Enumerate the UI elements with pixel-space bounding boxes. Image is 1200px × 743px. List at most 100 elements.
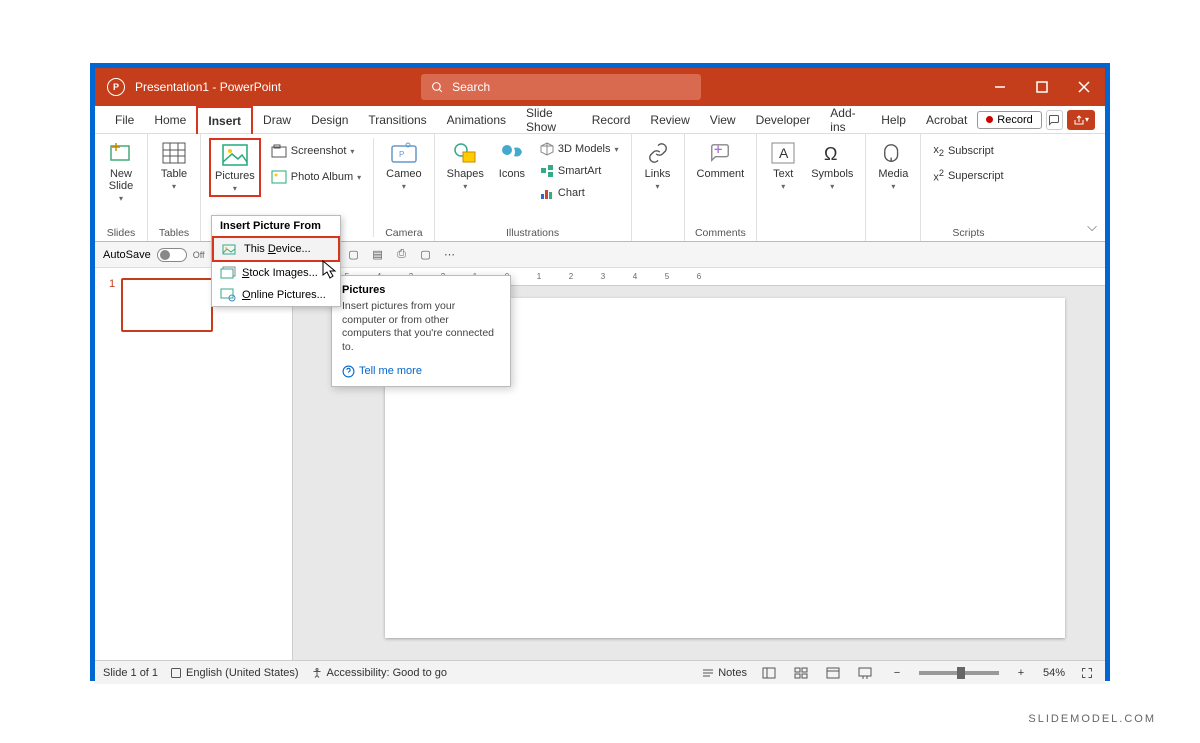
3d-models-button[interactable]: 3D Models ▾ bbox=[536, 140, 623, 158]
titlebar: P Presentation1 - PowerPoint Search bbox=[95, 68, 1105, 106]
chevron-down-icon: ▾ bbox=[172, 182, 176, 191]
qat-overflow[interactable]: ⋯ bbox=[441, 246, 459, 264]
symbols-button[interactable]: Ω Symbols ▾ bbox=[807, 138, 857, 193]
group-camera: P Cameo ▾ Camera bbox=[374, 134, 434, 241]
stock-images-option[interactable]: Stock Images... bbox=[212, 262, 340, 284]
search-input[interactable]: Search bbox=[421, 74, 701, 100]
tab-view[interactable]: View bbox=[700, 106, 746, 134]
qat-icon[interactable]: ⎙ bbox=[393, 246, 411, 264]
group-slides: New Slide ▾ Slides bbox=[95, 134, 148, 241]
workspace: 1 6543210123456 bbox=[95, 268, 1105, 660]
qat-icon[interactable]: ▢ bbox=[345, 246, 363, 264]
table-button[interactable]: Table ▾ bbox=[156, 138, 192, 193]
minimize-button[interactable] bbox=[979, 68, 1021, 106]
search-placeholder: Search bbox=[452, 80, 490, 94]
slide-number: 1 bbox=[109, 278, 115, 332]
chevron-down-icon: ▾ bbox=[233, 184, 237, 193]
group-tables: Table ▾ Tables bbox=[148, 134, 201, 241]
collapse-ribbon-button[interactable]: ⌵ bbox=[1087, 219, 1097, 235]
window-controls bbox=[979, 68, 1105, 106]
slideshow-view-button[interactable] bbox=[855, 665, 875, 681]
statusbar: Slide 1 of 1 English (United States) Acc… bbox=[95, 660, 1105, 684]
record-button[interactable]: Record bbox=[977, 111, 1041, 129]
pictures-button[interactable]: Pictures ▾ bbox=[209, 138, 261, 197]
tab-record[interactable]: Record bbox=[582, 106, 641, 134]
comments-pane-button[interactable] bbox=[1046, 110, 1063, 130]
tab-file[interactable]: File bbox=[105, 106, 144, 134]
app-window: P Presentation1 - PowerPoint Search File… bbox=[90, 63, 1110, 681]
text-button[interactable]: A Text ▾ bbox=[765, 138, 801, 193]
tab-design[interactable]: Design bbox=[301, 106, 358, 134]
online-icon bbox=[220, 288, 236, 302]
close-button[interactable] bbox=[1063, 68, 1105, 106]
group-links: Links ▾ bbox=[632, 134, 685, 241]
slide-indicator[interactable]: Slide 1 of 1 bbox=[103, 667, 158, 679]
language-indicator[interactable]: English (United States) bbox=[170, 667, 299, 679]
cameo-button[interactable]: P Cameo ▾ bbox=[382, 138, 425, 193]
comment-button[interactable]: Comment bbox=[693, 138, 749, 182]
shapes-button[interactable]: Shapes ▾ bbox=[443, 138, 488, 193]
qat-icon[interactable]: ▢ bbox=[417, 246, 435, 264]
stock-icon bbox=[220, 266, 236, 280]
superscript-button[interactable]: x2Superscript bbox=[929, 166, 1007, 186]
fit-window-button[interactable] bbox=[1077, 665, 1097, 681]
zoom-in-button[interactable]: + bbox=[1011, 665, 1031, 681]
notes-button[interactable]: Notes bbox=[702, 667, 747, 679]
this-device-option[interactable]: This Device... bbox=[212, 236, 340, 262]
tab-home[interactable]: Home bbox=[144, 106, 196, 134]
autosave-toggle[interactable] bbox=[157, 248, 187, 262]
powerpoint-icon: P bbox=[107, 78, 125, 96]
smartart-button[interactable]: SmartArt bbox=[536, 162, 623, 180]
tab-acrobat[interactable]: Acrobat bbox=[916, 106, 977, 134]
autosave-label: AutoSave bbox=[103, 249, 151, 261]
tooltip-title: Pictures bbox=[342, 284, 500, 296]
tab-review[interactable]: Review bbox=[640, 106, 699, 134]
reading-view-button[interactable] bbox=[823, 665, 843, 681]
tooltip: Pictures Insert pictures from your compu… bbox=[331, 275, 511, 387]
chevron-down-icon: ▾ bbox=[402, 182, 406, 191]
mouse-cursor-icon bbox=[322, 260, 338, 280]
sorter-view-button[interactable] bbox=[791, 665, 811, 681]
watermark: SLIDEMODEL.COM bbox=[1028, 713, 1156, 725]
tooltip-description: Insert pictures from your computer or fr… bbox=[342, 300, 500, 355]
zoom-level[interactable]: 54% bbox=[1043, 667, 1065, 679]
accessibility-indicator[interactable]: Accessibility: Good to go bbox=[311, 667, 447, 679]
vertical-ruler bbox=[275, 286, 293, 660]
subscript-button[interactable]: x2Subscript bbox=[929, 142, 1007, 160]
normal-view-button[interactable] bbox=[759, 665, 779, 681]
dropdown-header: Insert Picture From bbox=[212, 216, 340, 236]
tab-slideshow[interactable]: Slide Show bbox=[516, 106, 582, 134]
tab-addins[interactable]: Add-ins bbox=[820, 106, 871, 134]
svg-text:A: A bbox=[779, 145, 789, 161]
tab-draw[interactable]: Draw bbox=[253, 106, 301, 134]
slide-thumbnail[interactable] bbox=[121, 278, 213, 332]
ribbon-tabs: File Home Insert Draw Design Transitions… bbox=[95, 106, 1105, 134]
zoom-slider[interactable] bbox=[919, 671, 999, 675]
qat-icon[interactable]: ▤ bbox=[369, 246, 387, 264]
maximize-button[interactable] bbox=[1021, 68, 1063, 106]
group-media: Media ▾ bbox=[866, 134, 921, 241]
links-button[interactable]: Links ▾ bbox=[640, 138, 676, 193]
tab-developer[interactable]: Developer bbox=[746, 106, 821, 134]
online-pictures-option[interactable]: Online Pictures... bbox=[212, 284, 340, 306]
group-text: A Text ▾ Ω Symbols ▾ bbox=[757, 134, 866, 241]
icons-button[interactable]: Icons bbox=[494, 138, 530, 182]
tab-help[interactable]: Help bbox=[871, 106, 916, 134]
tab-transitions[interactable]: Transitions bbox=[358, 106, 436, 134]
screenshot-button[interactable]: Screenshot ▾ bbox=[267, 142, 365, 160]
window-title: Presentation1 - PowerPoint bbox=[135, 80, 281, 94]
media-button[interactable]: Media ▾ bbox=[874, 138, 912, 193]
tab-insert[interactable]: Insert bbox=[196, 106, 253, 134]
photo-album-button[interactable]: Photo Album ▾ bbox=[267, 168, 365, 186]
group-comments: Comment Comments bbox=[685, 134, 758, 241]
svg-text:P: P bbox=[399, 150, 404, 159]
tell-me-more-link[interactable]: Tell me more bbox=[342, 365, 500, 378]
share-button[interactable]: ▾ bbox=[1067, 110, 1095, 130]
zoom-out-button[interactable]: − bbox=[887, 665, 907, 681]
chart-button[interactable]: Chart bbox=[536, 184, 623, 202]
chevron-down-icon: ▾ bbox=[119, 194, 123, 203]
tab-animations[interactable]: Animations bbox=[437, 106, 516, 134]
group-illustrations: Shapes ▾ Icons 3D Models ▾ SmartArt Char… bbox=[435, 134, 632, 241]
new-slide-button[interactable]: New Slide ▾ bbox=[103, 138, 139, 205]
group-scripts: x2Subscript x2Superscript Scripts bbox=[921, 134, 1015, 241]
